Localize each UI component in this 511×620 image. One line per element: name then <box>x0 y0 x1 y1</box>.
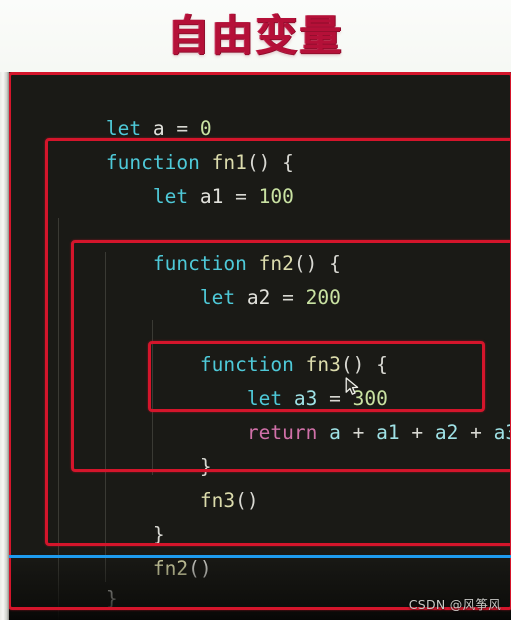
token-number-200: 200 <box>305 285 341 309</box>
code-text-layer: let a = 0 function fn1() { let a1 = 100 … <box>0 72 511 620</box>
token-variable-a2: a2 <box>434 420 459 444</box>
code-line-16[interactable]: fn1() <box>12 580 165 620</box>
code-line-2[interactable]: function fn1() { <box>12 112 294 174</box>
token-parens: () <box>188 556 212 580</box>
code-line-14[interactable]: fn2() <box>59 518 212 580</box>
token-identifier-a1: a1 <box>199 184 224 208</box>
page-title: 自由变量 <box>167 11 344 60</box>
token-keyword-let: let <box>199 285 236 309</box>
token-identifier-a2: a2 <box>246 285 271 309</box>
slide-left-gutter <box>0 72 9 620</box>
token-keyword-let: let <box>152 184 189 208</box>
presentation-slide: 自由变量 let a = 0 function fn1() { let a1 =… <box>0 0 511 620</box>
code-line-6[interactable]: let a2 = 200 <box>106 247 341 309</box>
token-call-fn2: fn2 <box>152 556 189 580</box>
code-line-8[interactable]: function fn3() { <box>106 314 388 376</box>
token-variable-a: a <box>329 420 341 444</box>
token-keyword-return: return <box>246 420 318 444</box>
token-operator-plus: + <box>411 420 424 444</box>
token-operator-plus: + <box>352 420 365 444</box>
token-parens: () <box>235 488 259 512</box>
code-line-12[interactable]: fn3() <box>106 450 259 512</box>
code-line-13[interactable]: } <box>59 484 165 546</box>
code-editor-panel: let a = 0 function fn1() { let a1 = 100 … <box>0 72 511 620</box>
token-variable-a1: a1 <box>376 420 400 444</box>
code-line-15[interactable]: } <box>12 548 118 610</box>
token-number-100: 100 <box>258 184 294 208</box>
token-variable-a3: a3 <box>493 420 511 444</box>
watermark-label: CSDN @风筝风 <box>408 597 501 612</box>
token-call-fn3: fn3 <box>199 488 236 512</box>
token-operator-equals: = <box>282 285 294 309</box>
code-line-1[interactable]: let a = 0 <box>12 78 212 140</box>
code-line-3[interactable]: let a1 = 100 <box>59 146 294 208</box>
fn1-closing-brace-underline <box>0 555 511 558</box>
code-line-5[interactable]: function fn2() { <box>59 213 341 275</box>
code-line-11[interactable]: } <box>106 416 212 478</box>
slide-title-bar: 自由变量 <box>0 0 511 72</box>
token-operator-equals: = <box>235 184 247 208</box>
code-line-10[interactable]: return a + a1 + a2 + a3 <box>153 382 511 444</box>
code-line-9[interactable]: let a3 = 300 <box>153 348 388 410</box>
token-operator-plus: + <box>470 420 482 444</box>
